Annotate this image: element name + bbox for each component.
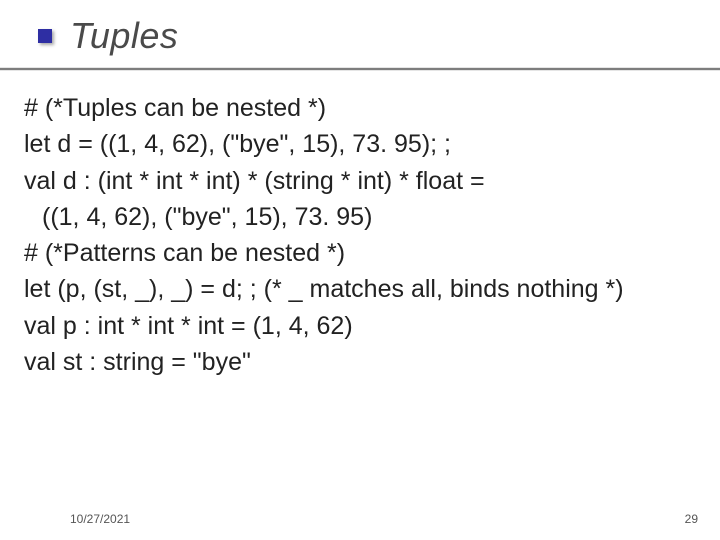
- footer-date: 10/27/2021: [70, 512, 130, 526]
- code-line: let d = ((1, 4, 62), ("bye", 15), 73. 95…: [24, 126, 698, 162]
- slide: Tuples # (*Tuples can be nested *) let d…: [0, 0, 720, 540]
- title-row: Tuples: [38, 15, 178, 57]
- code-line: val st : string = "bye": [24, 344, 698, 380]
- code-line: ((1, 4, 62), ("bye", 15), 73. 95): [24, 199, 698, 235]
- code-line: val p : int * int * int = (1, 4, 62): [24, 308, 698, 344]
- code-line: # (*Patterns can be nested *): [24, 235, 698, 271]
- slide-body: # (*Tuples can be nested *) let d = ((1,…: [24, 90, 698, 380]
- slide-title: Tuples: [70, 15, 178, 57]
- code-line: val d : (int * int * int) * (string * in…: [24, 163, 698, 199]
- horizontal-rule: [0, 68, 720, 70]
- title-bullet-icon: [38, 29, 52, 43]
- code-line: # (*Tuples can be nested *): [24, 90, 698, 126]
- code-line: let (p, (st, _), _) = d; ; (* _ matches …: [24, 271, 698, 307]
- footer-page-number: 29: [685, 512, 698, 526]
